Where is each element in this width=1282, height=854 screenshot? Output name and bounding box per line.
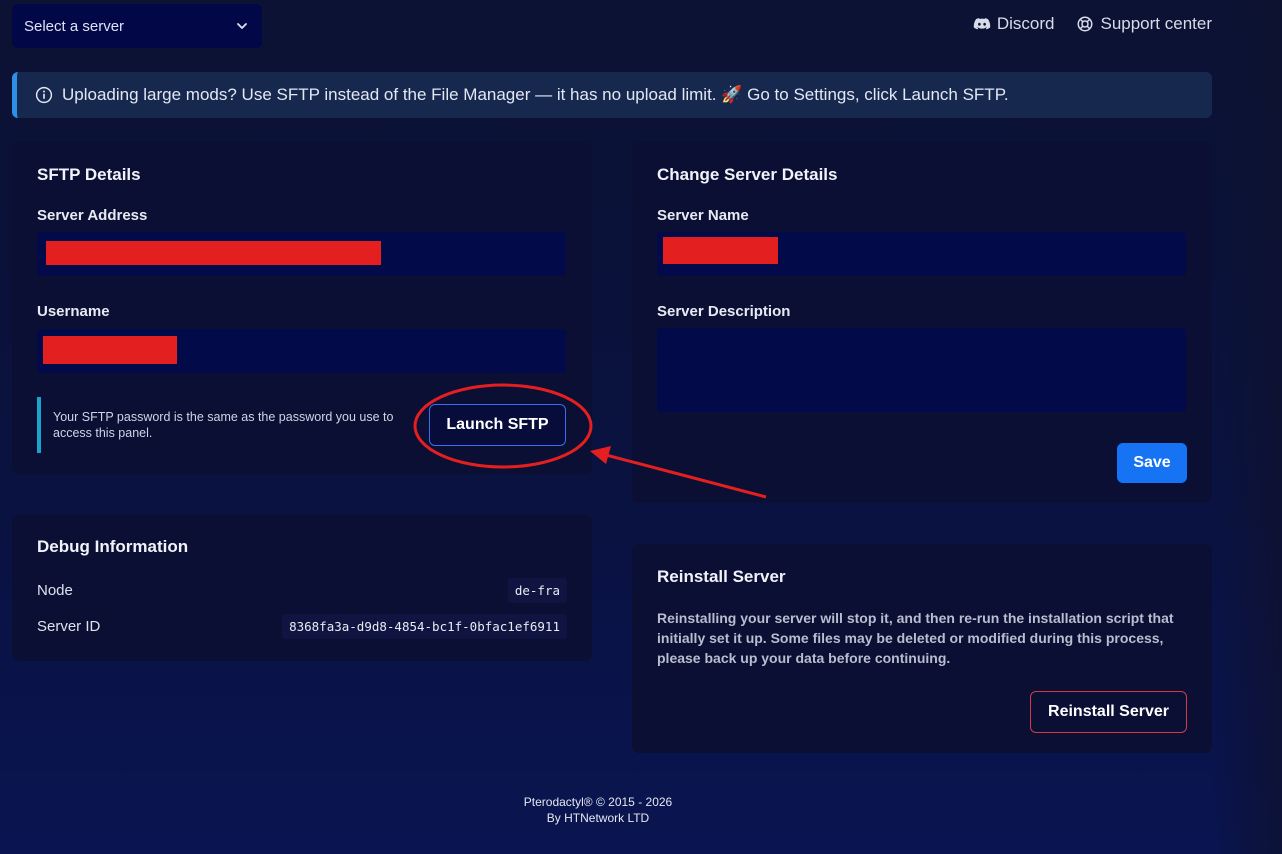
server-address-field[interactable] [37,232,566,276]
server-name-field[interactable] [657,232,1186,276]
reinstall-title: Reinstall Server [657,567,786,586]
username-label: Username [37,303,110,320]
redaction-mark [43,336,177,364]
save-button[interactable]: Save [1117,443,1187,483]
support-center-link[interactable]: Support center [1076,14,1212,34]
footer-copyright: Pterodactyl® © 2015 - 2026 [523,795,673,809]
launch-sftp-button[interactable]: Launch SFTP [429,404,566,446]
top-links: Discord Support center [973,14,1212,34]
reinstall-description: Reinstalling your server will stop it, a… [657,610,1174,666]
reinstall-server-button[interactable]: Reinstall Server [1030,691,1187,733]
server-select[interactable]: Select a server [12,4,262,48]
server-select-label: Select a server [24,17,125,35]
discord-icon [973,18,991,30]
discord-link[interactable]: Discord [973,14,1055,34]
info-icon [35,86,53,104]
sftp-password-note: Your SFTP password is the same as the pa… [37,397,402,453]
node-value: de-fra [507,578,567,603]
debug-information-card: Debug Information Node de-fra Server ID … [12,514,592,661]
footer-company: By HTNetwork LTD [546,811,650,825]
change-title: Change Server Details [657,165,838,184]
footer: Pterodactyl® © 2015 - 2026 By HTNetwork … [0,794,1196,826]
server-address-label: Server Address [37,207,148,224]
annotation-arrowhead [590,446,611,464]
lifebuoy-icon [1077,16,1093,32]
chevron-down-icon [237,23,247,29]
server-description-label: Server Description [657,303,791,320]
info-banner: Uploading large mods? Use SFTP instead o… [12,72,1212,118]
server-id-value: 8368fa3a-d9d8-4854-bc1f-0bfac1ef6911 [282,614,567,639]
support-center-label: Support center [1100,14,1212,33]
redaction-mark [46,241,381,265]
sftp-title: SFTP Details [37,165,141,184]
banner-text: Uploading large mods? Use SFTP instead o… [62,85,1009,104]
node-label: Node [37,582,73,599]
redaction-mark [663,237,778,264]
discord-label: Discord [996,14,1055,33]
reinstall-server-card: Reinstall Server Reinstalling your serve… [632,544,1212,753]
server-name-label: Server Name [657,207,749,224]
page-edge-shade [1212,0,1282,854]
sftp-details-card: SFTP Details Server Address Username You… [12,142,592,474]
server-description-field[interactable] [657,328,1186,412]
username-field[interactable] [37,329,566,373]
debug-title: Debug Information [37,537,189,556]
server-id-label: Server ID [37,618,101,635]
change-server-details-card: Change Server Details Server Name Server… [632,142,1212,503]
